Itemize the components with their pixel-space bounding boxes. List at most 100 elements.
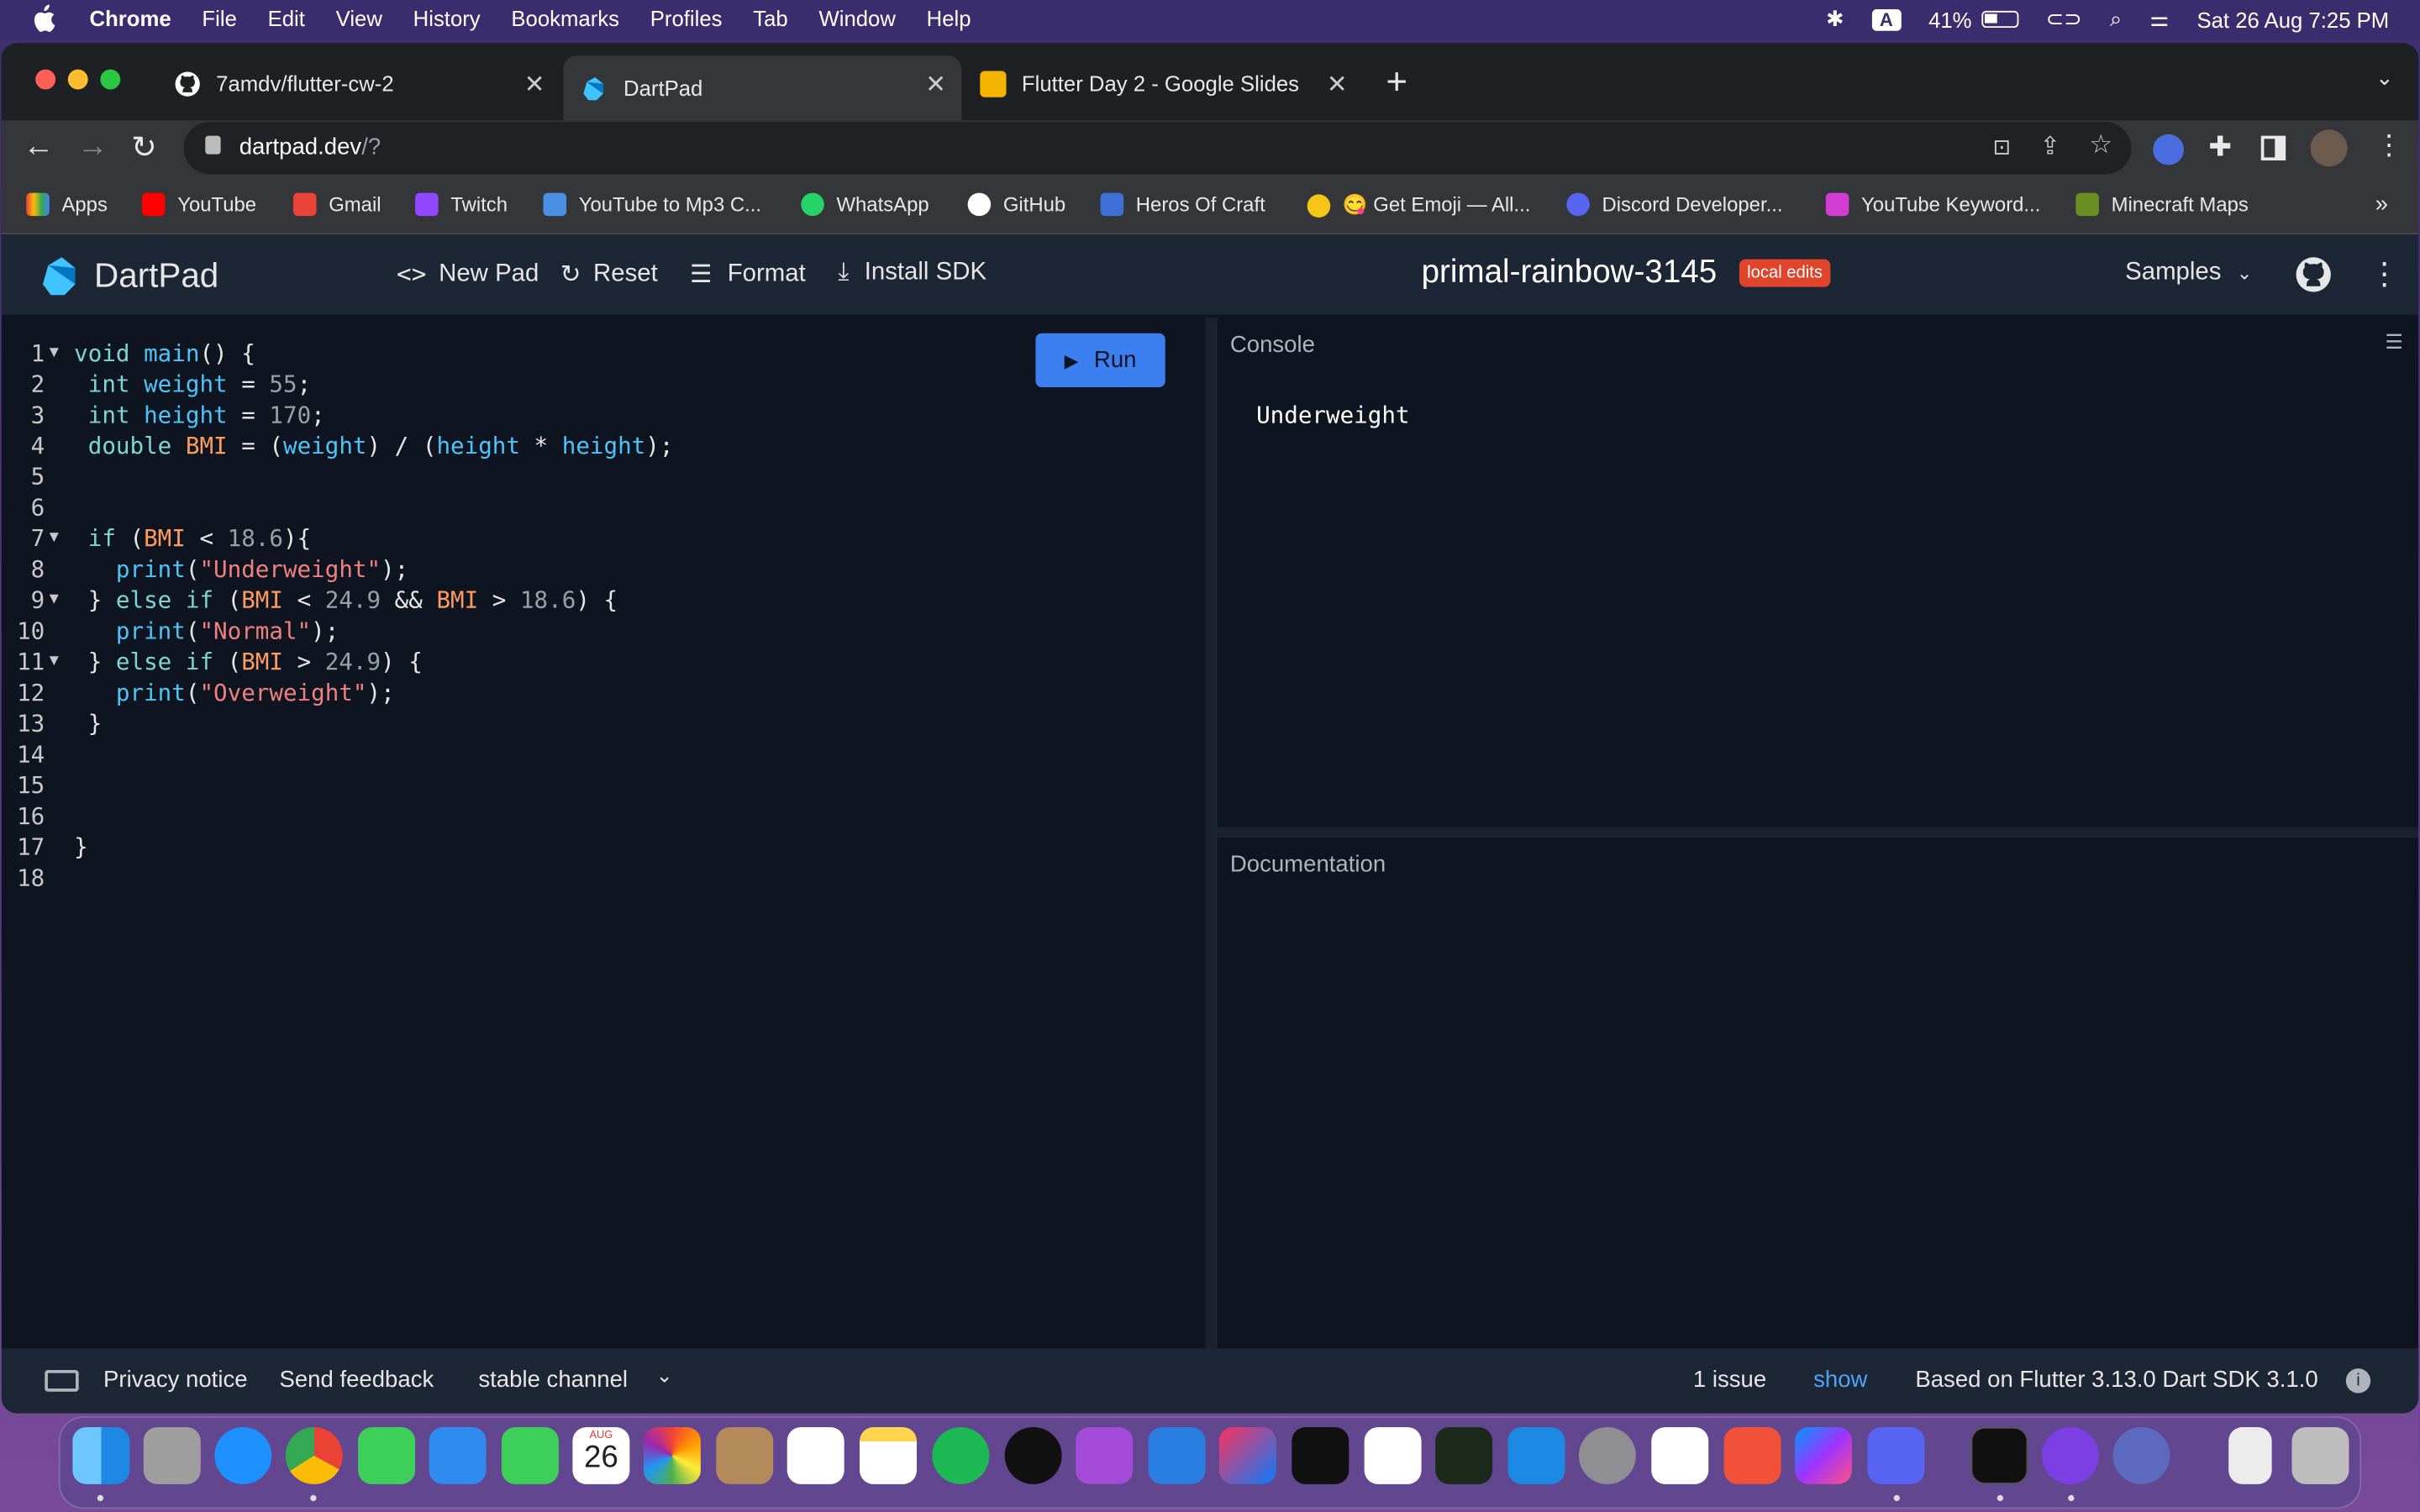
privacy-notice-link[interactable]: Privacy notice xyxy=(103,1367,248,1393)
bookmark-youtube-keyword[interactable]: YouTube Keyword... xyxy=(1825,192,2040,217)
github-desktop-icon[interactable] xyxy=(2041,1426,2099,1484)
kebab-menu-icon[interactable]: ⋮ xyxy=(2375,129,2403,162)
dartpad-title[interactable]: DartPad xyxy=(94,256,218,297)
bookmarks-overflow-icon[interactable]: » xyxy=(2375,192,2388,218)
finder-icon[interactable] xyxy=(72,1426,130,1484)
menu-app-name[interactable]: Chrome xyxy=(90,6,171,30)
fold-arrow-icon[interactable]: ▼ xyxy=(50,529,59,546)
more-options-icon[interactable]: ⋮ xyxy=(2369,255,2400,293)
fold-arrow-icon[interactable]: ▼ xyxy=(50,653,59,669)
chrome-icon[interactable] xyxy=(285,1426,343,1484)
vscode-icon[interactable] xyxy=(1651,1426,1709,1484)
spotlight-search-icon[interactable]: ⌕ xyxy=(2110,6,2122,32)
translate-icon[interactable]: ⊡ xyxy=(1993,134,2012,160)
bookmark-github[interactable]: GitHub xyxy=(967,192,1065,217)
apple-tv-icon[interactable] xyxy=(1292,1426,1349,1484)
photos-icon[interactable] xyxy=(643,1426,701,1484)
contacts-icon[interactable] xyxy=(716,1426,774,1484)
format-button[interactable]: ☰ Format xyxy=(690,260,806,291)
mail-icon[interactable] xyxy=(429,1426,487,1484)
close-tab-icon[interactable]: ✕ xyxy=(524,70,545,101)
reload-icon[interactable]: ↻ xyxy=(131,128,157,166)
menu-bookmarks[interactable]: Bookmarks xyxy=(511,6,619,30)
horizontal-splitter[interactable] xyxy=(1218,827,2419,838)
battery-icon[interactable] xyxy=(1981,10,2018,29)
terminal-icon[interactable] xyxy=(1970,1426,2028,1484)
zoom-window-button[interactable] xyxy=(100,69,121,90)
bookmark-apps[interactable]: Apps xyxy=(26,192,108,217)
bookmark-get-emoji[interactable]: 😋 Get Emoji — All... xyxy=(1307,193,1530,218)
bookmark-whatsapp[interactable]: WhatsApp xyxy=(801,192,929,217)
puzzle-extensions-icon[interactable]: ✚ xyxy=(2208,131,2232,164)
facetime-icon[interactable] xyxy=(501,1426,559,1484)
bookmark-star-icon[interactable]: ☆ xyxy=(2089,129,2112,160)
tab-search-icon[interactable]: ⌄ xyxy=(2375,65,2394,91)
channel-dropdown[interactable]: stable channel xyxy=(478,1367,628,1393)
tab-dartpad[interactable]: DartPad ✕ xyxy=(563,55,962,121)
bookmark-youtube[interactable]: YouTube xyxy=(141,192,256,217)
send-feedback-link[interactable]: Send feedback xyxy=(279,1367,434,1393)
bookmark-heros-of-craft[interactable]: Heros Of Craft xyxy=(1100,192,1265,217)
menu-file[interactable]: File xyxy=(202,6,236,30)
keynote-icon[interactable] xyxy=(1148,1426,1206,1484)
menu-view[interactable]: View xyxy=(336,6,382,30)
discord-icon[interactable] xyxy=(1867,1426,1925,1484)
bookmark-minecraft-maps[interactable]: Minecraft Maps xyxy=(2075,192,2249,217)
rave-icon[interactable] xyxy=(1004,1426,1062,1484)
profile-avatar[interactable] xyxy=(2310,129,2348,167)
close-window-button[interactable] xyxy=(35,69,56,90)
info-icon[interactable]: i xyxy=(2345,1368,2371,1394)
new-pad-button[interactable]: <> New Pad xyxy=(397,260,539,289)
tab-github[interactable]: 7amdv/flutter-cw-2 ✕ xyxy=(175,55,560,111)
bookmark-twitch[interactable]: Twitch xyxy=(415,192,508,217)
vertical-splitter[interactable] xyxy=(1205,318,1218,1349)
bluetooth-icon[interactable]: ✱ xyxy=(1826,6,1844,32)
capcut-icon[interactable] xyxy=(1364,1426,1422,1484)
install-sdk-button[interactable]: ⤓ Install SDK xyxy=(838,260,986,287)
new-tab-button[interactable]: + xyxy=(1386,61,1407,104)
extension-icon[interactable] xyxy=(2153,134,2184,165)
fold-arrow-icon[interactable]: ▼ xyxy=(50,344,59,361)
app-store-icon[interactable] xyxy=(1507,1426,1565,1484)
back-icon[interactable]: ← xyxy=(24,129,55,165)
bookmark-gmail[interactable]: Gmail xyxy=(292,192,381,217)
github-icon[interactable] xyxy=(2295,256,2332,293)
clear-console-icon[interactable]: ☰ xyxy=(2385,330,2402,354)
trash-icon[interactable] xyxy=(2291,1426,2349,1484)
menu-help[interactable]: Help xyxy=(927,6,971,30)
calendar-icon[interactable]: AUG 26 xyxy=(572,1426,630,1484)
tab-google-slides[interactable]: Flutter Day 2 - Google Slides ✕ xyxy=(980,55,1363,111)
run-button[interactable]: ▶ Run xyxy=(1035,333,1165,388)
address-bar[interactable]: dartpad.dev/? ⊡ ⇪ ☆ xyxy=(183,122,2132,175)
apple-icon[interactable] xyxy=(31,4,55,33)
menu-tab[interactable]: Tab xyxy=(753,6,787,30)
reminders-icon[interactable] xyxy=(786,1426,844,1484)
input-source-icon[interactable]: A xyxy=(1871,8,1902,30)
share-icon[interactable]: ⇪ xyxy=(2039,131,2060,162)
link-icon[interactable]: ⊂⊃ xyxy=(2046,6,2082,32)
fold-arrow-icon[interactable]: ▼ xyxy=(50,591,59,607)
podcasts-icon[interactable] xyxy=(1076,1426,1134,1484)
activity-monitor-icon[interactable] xyxy=(1435,1426,1493,1484)
side-panel-icon[interactable] xyxy=(2260,135,2286,161)
bookmark-discord-developer[interactable]: Discord Developer... xyxy=(1566,192,1783,217)
code-editor[interactable]: 1 ▼ void main() { 2 int weight = 55; 3 int… xyxy=(1,318,1206,1349)
minimize-window-button[interactable] xyxy=(67,69,88,90)
system-settings-icon[interactable] xyxy=(1578,1426,1636,1484)
messenger-icon[interactable] xyxy=(1795,1426,1853,1484)
safari-icon[interactable] xyxy=(214,1426,272,1484)
reset-button[interactable]: ↻ Reset xyxy=(560,260,658,291)
screen-sharing-icon[interactable] xyxy=(2112,1426,2170,1484)
close-tab-icon[interactable]: ✕ xyxy=(1327,70,1348,101)
menu-window[interactable]: Window xyxy=(818,6,895,30)
menu-profiles[interactable]: Profiles xyxy=(650,6,723,30)
archive-file-icon[interactable] xyxy=(2228,1426,2272,1484)
forward-icon[interactable]: → xyxy=(77,129,108,165)
swift-icon[interactable] xyxy=(1723,1426,1781,1484)
spotify-icon[interactable] xyxy=(932,1426,990,1484)
bookmark-youtube-to-mp3[interactable]: YouTube to Mp3 C... xyxy=(543,192,761,217)
intellij-icon[interactable] xyxy=(1218,1426,1276,1484)
control-center-icon[interactable]: ⚌ xyxy=(2149,6,2169,32)
menu-edit[interactable]: Edit xyxy=(268,6,305,30)
messages-icon[interactable] xyxy=(358,1426,416,1484)
